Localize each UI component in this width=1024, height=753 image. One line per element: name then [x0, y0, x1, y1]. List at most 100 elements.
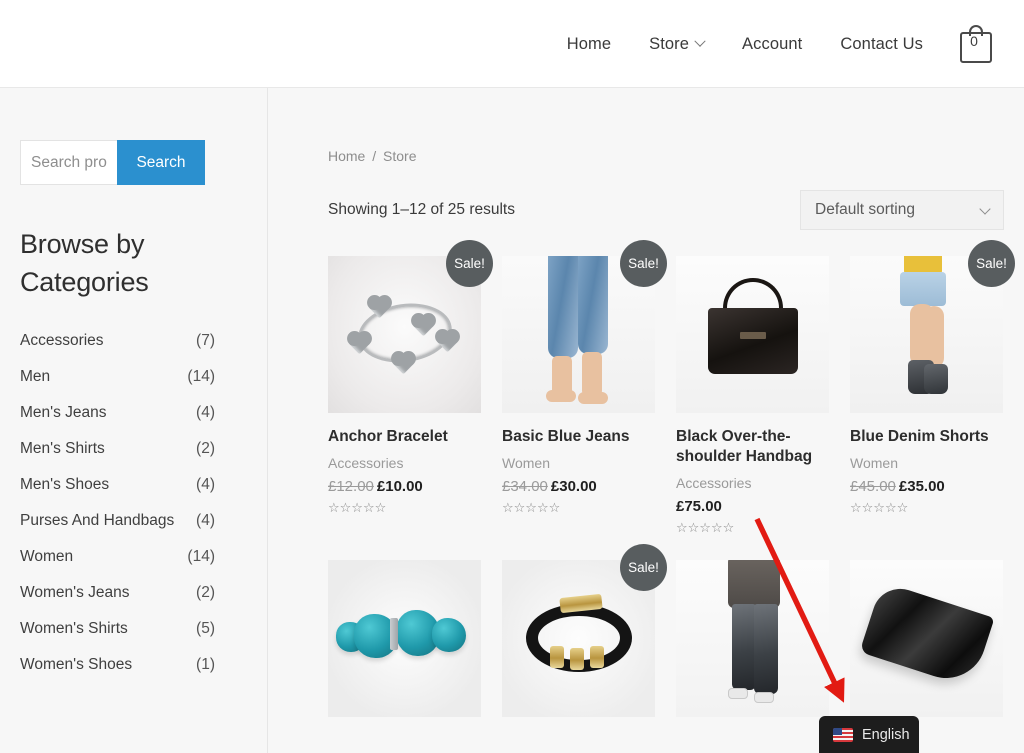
product-card[interactable]: Sale! Blue Denim Shorts Women £45.00 £35.… [850, 240, 1015, 536]
breadcrumb-current: Store [383, 148, 417, 164]
category-item-mens-jeans[interactable]: Men's Jeans (4) [20, 395, 215, 431]
cart-button[interactable]: 0 [958, 24, 994, 64]
product-card[interactable]: Sale! Anchor Bracelet Accessories £12.00… [328, 240, 493, 536]
search-button[interactable]: Search [117, 140, 205, 185]
sale-badge: Sale! [620, 240, 667, 287]
category-count: (4) [196, 476, 215, 493]
category-count: (7) [196, 332, 215, 349]
product-thumbnail[interactable] [328, 560, 481, 717]
product-rating-stars[interactable]: ☆☆☆☆☆ [502, 500, 655, 516]
category-item-womens-shoes[interactable]: Women's Shoes (1) [20, 647, 215, 683]
language-label: English [862, 727, 910, 743]
product-card[interactable] [328, 560, 481, 731]
category-list: Accessories (7) Men (14) Men's Jeans (4)… [20, 323, 215, 683]
product-card[interactable]: Black Over-the-shoulder Handbag Accessor… [676, 256, 829, 536]
category-label: Women's Shirts [20, 620, 128, 637]
page-body: Search Browse by Categories Accessories … [0, 88, 1024, 753]
chevron-down-icon [694, 35, 706, 47]
product-thumbnail[interactable] [676, 256, 829, 413]
product-title[interactable]: Black Over-the-shoulder Handbag [676, 427, 829, 467]
product-price: £34.00 £30.00 [502, 478, 655, 495]
nav-label-contact-us: Contact Us [840, 34, 923, 53]
category-label: Men's Shoes [20, 476, 110, 493]
product-price: £45.00 £35.00 [850, 478, 1003, 495]
category-label: Men [20, 368, 51, 385]
nav-item-home[interactable]: Home [548, 35, 630, 54]
product-price-new: £35.00 [898, 478, 945, 495]
result-count: Showing 1–12 of 25 results [328, 201, 515, 218]
nav-item-contact-us[interactable]: Contact Us [821, 35, 942, 54]
sale-badge: Sale! [446, 240, 493, 287]
product-card[interactable]: Sale! [502, 544, 667, 731]
product-card[interactable]: Sale! Basic Blue Jeans Women £34.00 £30.0… [502, 240, 667, 536]
us-flag-icon [833, 728, 853, 742]
nav-label-account: Account [742, 34, 803, 53]
breadcrumb-separator: / [372, 148, 377, 164]
category-count: (1) [196, 656, 215, 673]
main-navigation: Home Store Account Contact Us 0 [548, 0, 1006, 88]
category-item-mens-shirts[interactable]: Men's Shirts (2) [20, 431, 215, 467]
breadcrumb: Home / Store [328, 148, 1004, 164]
black-leather-handbag-image [676, 256, 829, 413]
category-count: (4) [196, 512, 215, 529]
category-label: Men's Shirts [20, 440, 105, 457]
language-selector[interactable]: English [819, 716, 919, 753]
results-toolbar: Showing 1–12 of 25 results Default sorti… [328, 190, 1004, 230]
nav-item-account[interactable]: Account [723, 35, 821, 54]
product-search-widget: Search [20, 140, 205, 185]
chevron-down-icon [979, 203, 991, 215]
category-count: (2) [196, 440, 215, 457]
category-count: (2) [196, 584, 215, 601]
product-price: £12.00 £10.00 [328, 478, 481, 495]
product-price-new: £10.00 [376, 478, 423, 495]
search-input[interactable] [20, 140, 117, 185]
product-rating-stars[interactable]: ☆☆☆☆☆ [850, 500, 1003, 516]
product-card[interactable] [676, 560, 829, 731]
sale-badge: Sale! [620, 544, 667, 591]
site-header: Home Store Account Contact Us 0 [0, 0, 1024, 88]
product-rating-stars[interactable]: ☆☆☆☆☆ [676, 520, 829, 536]
sidebar: Search Browse by Categories Accessories … [0, 88, 268, 753]
category-item-men[interactable]: Men (14) [20, 359, 215, 395]
product-price-new: £75.00 [676, 498, 722, 515]
category-count: (14) [187, 368, 215, 385]
nav-label-home: Home [566, 34, 612, 53]
product-grid: Sale! Anchor Bracelet Accessories £12.00… [328, 240, 1015, 731]
category-item-purses-and-handbags[interactable]: Purses And Handbags (4) [20, 503, 215, 539]
breadcrumb-home[interactable]: Home [328, 148, 365, 164]
category-label: Men's Jeans [20, 404, 107, 421]
product-thumbnail[interactable] [676, 560, 829, 717]
sorting-select[interactable]: Default sorting [800, 190, 1004, 230]
product-title[interactable]: Blue Denim Shorts [850, 427, 1003, 447]
category-item-womens-jeans[interactable]: Women's Jeans (2) [20, 575, 215, 611]
mens-grey-jeans-model-image [676, 560, 829, 717]
category-label: Accessories [20, 332, 104, 349]
product-title[interactable]: Anchor Bracelet [328, 427, 481, 447]
product-price-new: £30.00 [550, 478, 597, 495]
category-label: Purses And Handbags [20, 512, 175, 529]
category-label: Women's Shoes [20, 656, 133, 673]
product-thumbnail[interactable] [850, 560, 1003, 717]
category-item-womens-shirts[interactable]: Women's Shirts (5) [20, 611, 215, 647]
category-count: (4) [196, 404, 215, 421]
category-item-accessories[interactable]: Accessories (7) [20, 323, 215, 359]
product-title[interactable]: Basic Blue Jeans [502, 427, 655, 447]
main-content: Home / Store Showing 1–12 of 25 results … [268, 88, 1024, 753]
product-price-old: £12.00 [328, 478, 374, 495]
category-item-women[interactable]: Women (14) [20, 539, 215, 575]
nav-item-store[interactable]: Store [630, 35, 723, 54]
category-label: Women [20, 548, 74, 565]
product-price: £75.00 [676, 498, 829, 515]
sorting-selected-label: Default sorting [815, 201, 915, 218]
black-leather-trousers-image [850, 560, 1003, 717]
product-category: Accessories [676, 475, 752, 491]
turquoise-stone-bracelet-image [328, 560, 481, 717]
category-count: (5) [196, 620, 215, 637]
product-rating-stars[interactable]: ☆☆☆☆☆ [328, 500, 481, 516]
sale-badge: Sale! [968, 240, 1015, 287]
browse-categories-title: Browse by Categories [20, 229, 149, 297]
category-item-mens-shoes[interactable]: Men's Shoes (4) [20, 467, 215, 503]
product-price-old: £34.00 [502, 478, 548, 495]
product-category: Accessories [328, 455, 404, 471]
product-card[interactable] [850, 560, 1003, 731]
